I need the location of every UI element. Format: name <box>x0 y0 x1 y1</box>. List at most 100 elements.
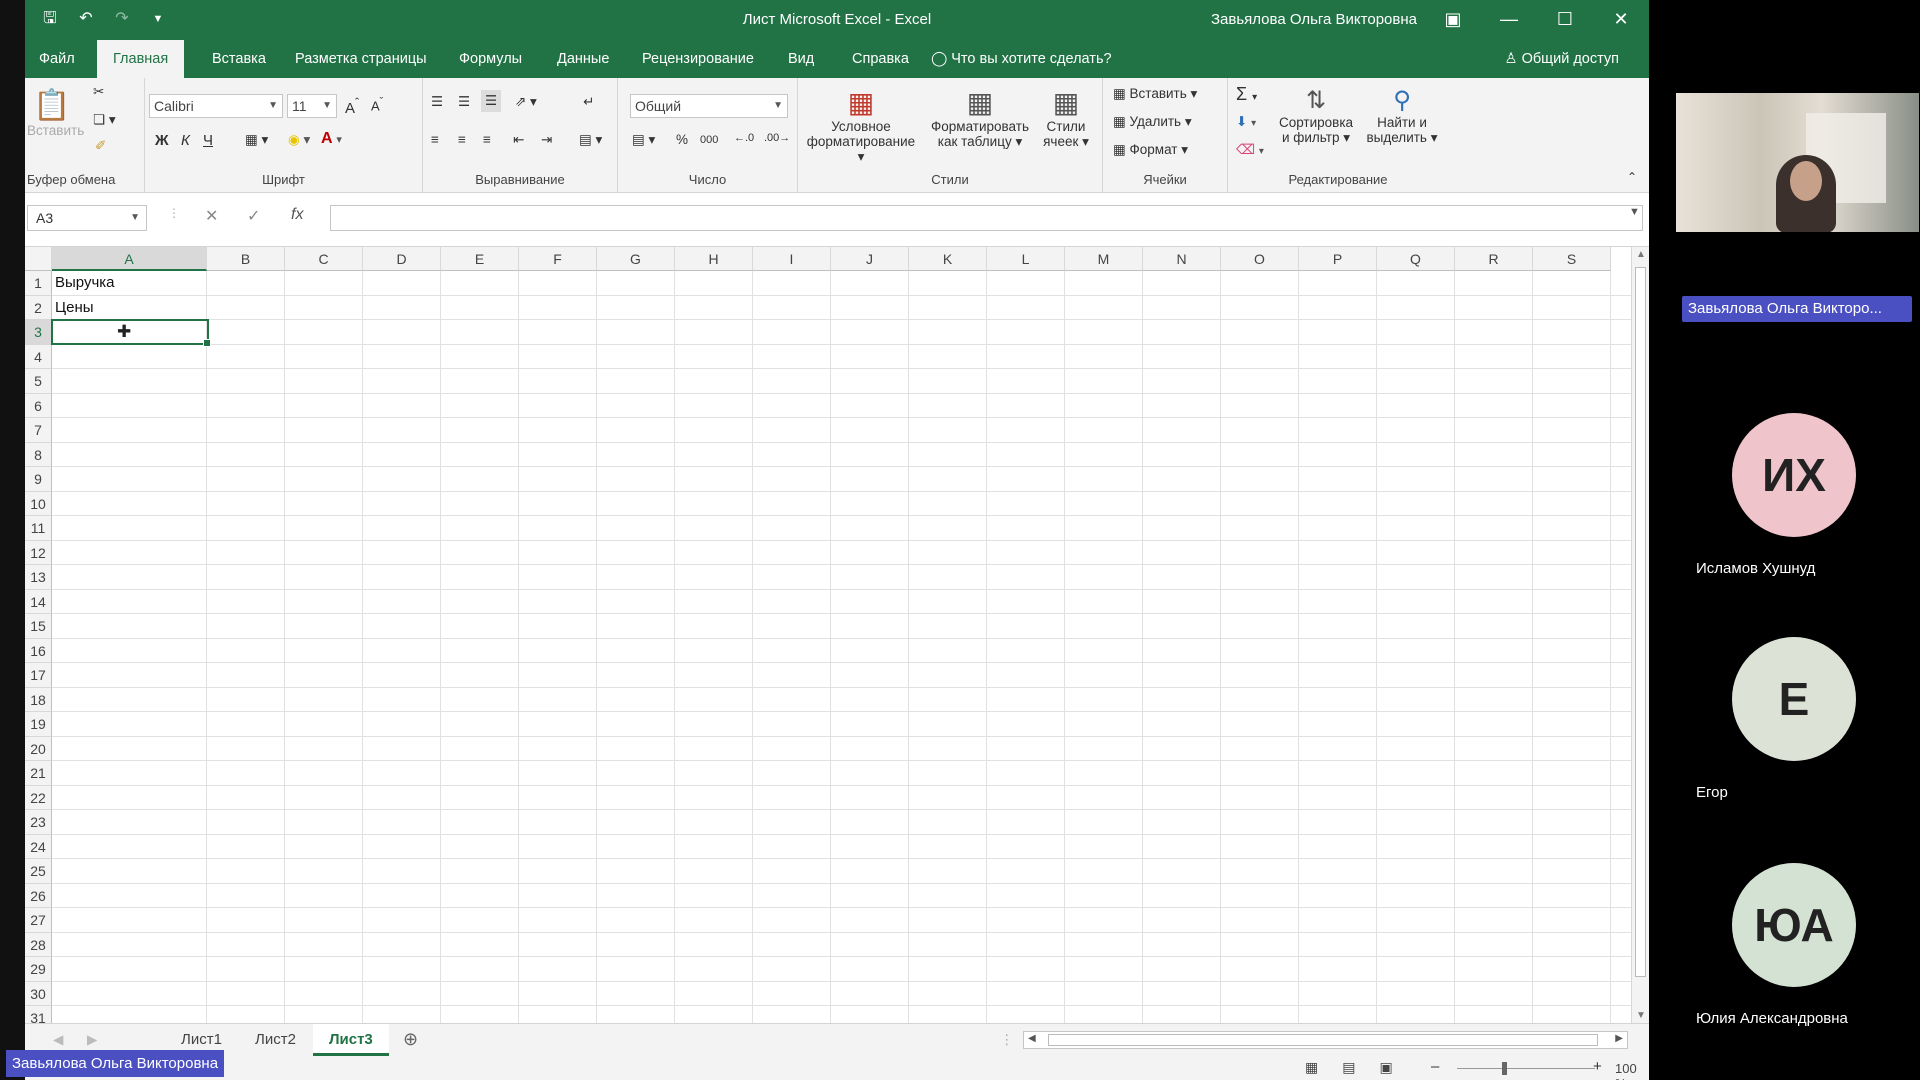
font-color-icon[interactable]: A ▾ <box>321 130 342 148</box>
number-format-select[interactable]: Общий ▼ <box>630 94 788 118</box>
zoom-slider-track[interactable] <box>1457 1068 1595 1069</box>
thousands-button[interactable]: 000 <box>700 134 718 146</box>
minimize-button[interactable]: — <box>1481 0 1537 40</box>
row-header-5[interactable]: 5 <box>25 369 52 394</box>
font-name-select[interactable]: Calibri ▼ <box>149 94 283 118</box>
cell-a2[interactable]: Цены <box>52 296 207 320</box>
tab-insert[interactable]: Вставка <box>198 40 280 78</box>
row-header-9[interactable]: 9 <box>25 467 52 492</box>
increase-indent-icon[interactable]: ⇥ <box>541 132 552 148</box>
row-header-18[interactable]: 18 <box>25 687 52 712</box>
align-middle-icon[interactable]: ☰ <box>458 94 470 110</box>
sheet-tab-3[interactable]: Лист3 <box>313 1024 389 1056</box>
tab-formulas[interactable]: Формулы <box>445 40 536 78</box>
prev-sheet-icon[interactable]: ◀ <box>53 1032 63 1048</box>
row-header-26[interactable]: 26 <box>25 883 52 908</box>
account-name[interactable]: Завьялова Ольга Викторовна <box>1211 11 1417 28</box>
row-header-8[interactable]: 8 <box>25 442 52 467</box>
bold-button[interactable]: Ж <box>155 132 169 149</box>
tab-page-layout[interactable]: Разметка страницы <box>281 40 441 78</box>
italic-button[interactable]: К <box>181 132 190 149</box>
maximize-button[interactable]: ☐ <box>1537 0 1593 40</box>
zoom-level[interactable]: 100 % <box>1615 1061 1649 1080</box>
sort-filter-button[interactable]: ⇅ Сортировка и фильтр ▾ <box>1273 86 1359 146</box>
find-select-button[interactable]: ⚲ Найти и выделить ▾ <box>1363 86 1441 146</box>
zoom-out-button[interactable]: – <box>1431 1058 1439 1075</box>
row-header-21[interactable]: 21 <box>25 761 52 786</box>
column-header-f[interactable]: F <box>519 247 597 271</box>
font-size-select[interactable]: 11 ▼ <box>287 94 337 118</box>
row-header-30[interactable]: 30 <box>25 981 52 1006</box>
row-header-1[interactable]: 1 <box>25 271 52 296</box>
wrap-text-icon[interactable]: ↵ <box>583 94 594 110</box>
expand-formula-bar-icon[interactable]: ▼ <box>1629 206 1640 218</box>
tab-data[interactable]: Данные <box>543 40 623 78</box>
column-header-e[interactable]: E <box>441 247 519 271</box>
ribbon-display-options-icon[interactable]: ▣ <box>1425 0 1481 40</box>
row-header-25[interactable]: 25 <box>25 859 52 884</box>
worksheet-grid[interactable]: ABCDEFGHIJKLMNOPQRS 1 2 3 4 5 6 7 8 9 10 11 12 13 14 1… <box>25 247 1649 1031</box>
row-header-7[interactable]: 7 <box>25 418 52 443</box>
column-header-c[interactable]: C <box>285 247 363 271</box>
zoom-slider-thumb[interactable] <box>1502 1062 1507 1075</box>
decrease-font-icon[interactable]: Aˇ <box>371 96 383 113</box>
insert-cells-button[interactable]: ▦ Вставить ▾ <box>1113 86 1197 102</box>
horizontal-scroll-thumb[interactable] <box>1048 1034 1598 1046</box>
participant-avatar[interactable]: Е <box>1732 637 1856 761</box>
row-header-23[interactable]: 23 <box>25 810 52 835</box>
close-button[interactable]: ✕ <box>1593 0 1649 40</box>
tab-split-grip-icon[interactable]: ⋮ <box>1000 1032 1014 1048</box>
orientation-icon[interactable]: ⇗ ▾ <box>515 94 537 110</box>
row-header-4[interactable]: 4 <box>25 344 52 369</box>
column-header-q[interactable]: Q <box>1377 247 1455 271</box>
row-header-27[interactable]: 27 <box>25 908 52 933</box>
row-header-10[interactable]: 10 <box>25 491 52 516</box>
copy-icon[interactable]: ❏ ▾ <box>93 112 116 128</box>
align-left-icon[interactable]: ≡ <box>431 132 439 147</box>
share-button[interactable]: ♙ Общий доступ <box>1505 40 1619 78</box>
row-header-16[interactable]: 16 <box>25 638 52 663</box>
page-layout-view-icon[interactable]: ▤ <box>1342 1059 1355 1076</box>
sheet-tab-2[interactable]: Лист2 <box>239 1024 312 1056</box>
autosum-icon[interactable]: Σ ▾ <box>1236 84 1257 105</box>
presenter-video[interactable] <box>1676 93 1919 232</box>
cancel-icon[interactable]: ✕ <box>205 206 218 226</box>
scroll-right-icon[interactable]: ▶ <box>1615 1033 1623 1044</box>
column-header-r[interactable]: R <box>1455 247 1533 271</box>
column-header-l[interactable]: L <box>987 247 1065 271</box>
decrease-indent-icon[interactable]: ⇤ <box>513 132 524 148</box>
format-cells-button[interactable]: ▦ Формат ▾ <box>1113 142 1188 158</box>
percent-button[interactable]: % <box>676 132 688 147</box>
currency-icon[interactable]: ▤ ▾ <box>632 132 655 148</box>
row-header-6[interactable]: 6 <box>25 393 52 418</box>
horizontal-scrollbar[interactable]: ◀ ▶ <box>1023 1031 1628 1049</box>
cell-a1[interactable]: Выручка <box>52 271 207 295</box>
align-right-icon[interactable]: ≡ <box>483 132 491 147</box>
column-header-h[interactable]: H <box>675 247 753 271</box>
column-header-i[interactable]: I <box>753 247 831 271</box>
row-header-11[interactable]: 11 <box>25 516 52 541</box>
column-header-m[interactable]: M <box>1065 247 1143 271</box>
row-header-29[interactable]: 29 <box>25 957 52 982</box>
tab-view[interactable]: Вид <box>774 40 828 78</box>
tell-me-search[interactable]: ◯ Что вы хотите сделать? <box>917 40 1126 78</box>
tab-home[interactable]: Главная <box>97 40 185 78</box>
column-header-n[interactable]: N <box>1143 247 1221 271</box>
row-header-13[interactable]: 13 <box>25 565 52 590</box>
add-sheet-icon[interactable]: ⊕ <box>403 1029 418 1050</box>
conditional-formatting-button[interactable]: ▦ Условное форматирование ▾ <box>802 86 920 165</box>
column-header-d[interactable]: D <box>363 247 441 271</box>
participant-avatar[interactable]: ЮА <box>1732 863 1856 987</box>
row-header-19[interactable]: 19 <box>25 712 52 737</box>
row-header-20[interactable]: 20 <box>25 736 52 761</box>
zoom-in-button[interactable]: + <box>1593 1058 1602 1075</box>
normal-view-icon[interactable]: ▦ <box>1305 1059 1318 1076</box>
vertical-scroll-thumb[interactable] <box>1635 267 1646 977</box>
scroll-up-icon[interactable]: ▲ <box>1636 249 1646 260</box>
align-center-icon[interactable]: ≡ <box>458 132 466 147</box>
column-header-o[interactable]: O <box>1221 247 1299 271</box>
borders-icon[interactable]: ▦ ▾ <box>245 132 268 148</box>
column-header-a[interactable]: A <box>52 247 207 271</box>
row-header-17[interactable]: 17 <box>25 663 52 688</box>
format-painter-icon[interactable]: ✐ <box>95 138 106 154</box>
